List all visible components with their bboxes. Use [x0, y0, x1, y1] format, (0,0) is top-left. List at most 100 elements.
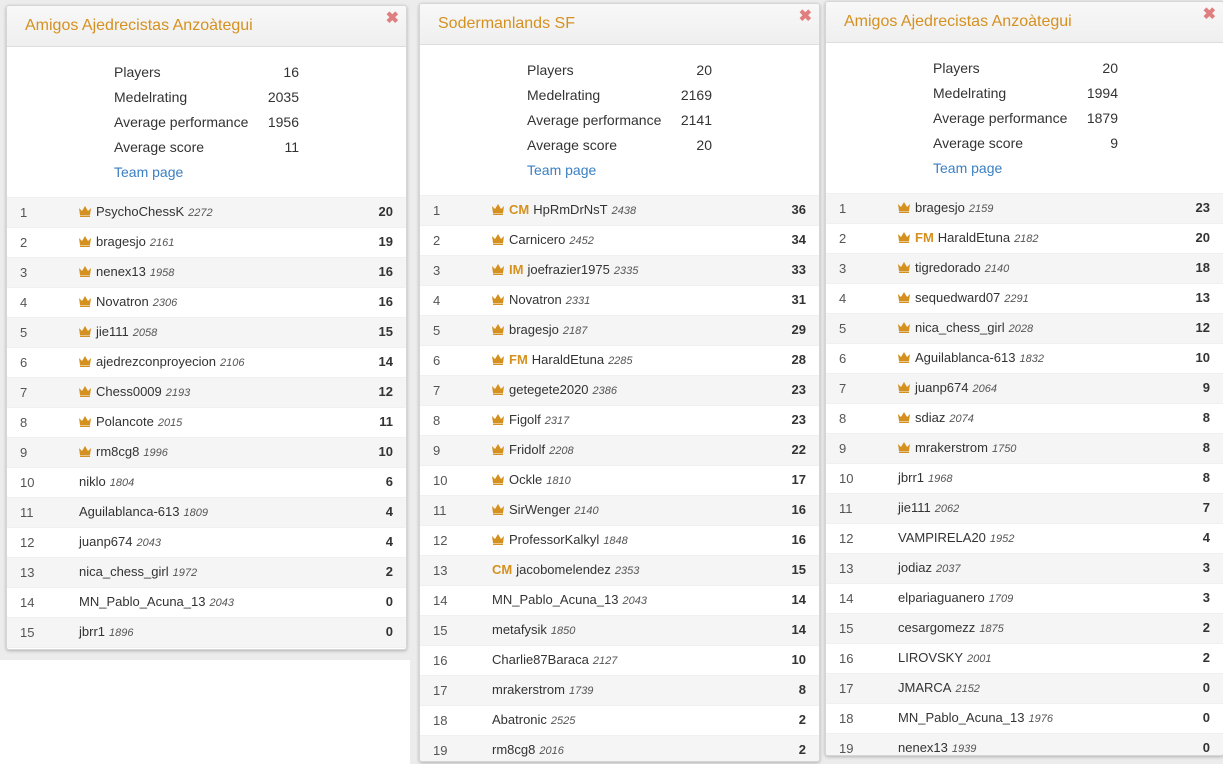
table-row[interactable]: 14 elpariaguanero 1709 3 — [826, 583, 1223, 613]
table-row[interactable]: 7 juanp674 2064 9 — [826, 373, 1223, 403]
player-name[interactable]: Novatron — [96, 294, 149, 309]
table-row[interactable]: 11 Aguilablanca-613 1809 4 — [7, 497, 406, 527]
player-name[interactable]: Aguilablanca-613 — [915, 350, 1015, 365]
table-row[interactable]: 3 tigredorado 2140 18 — [826, 253, 1223, 283]
table-row[interactable]: 12 juanp674 2043 4 — [7, 527, 406, 557]
table-row[interactable]: 2 bragesjo 2161 19 — [7, 227, 406, 257]
player-name[interactable]: juanp674 — [79, 534, 133, 549]
table-row[interactable]: 5 jie111 2058 15 — [7, 317, 406, 347]
table-row[interactable]: 11 jie111 2062 7 — [826, 493, 1223, 523]
player-name[interactable]: cesargomezz — [898, 620, 975, 635]
player-name[interactable]: joefrazier1975 — [527, 262, 609, 277]
table-row[interactable]: 12 ProfessorKalkyl 1848 16 — [420, 525, 819, 555]
player-name[interactable]: Fridolf — [509, 442, 545, 457]
player-name[interactable]: niklo — [79, 474, 106, 489]
player-name[interactable]: SirWenger — [509, 502, 570, 517]
table-row[interactable]: 5 nica_chess_girl 2028 12 — [826, 313, 1223, 343]
table-row[interactable]: 12 VAMPIRELA20 1952 4 — [826, 523, 1223, 553]
table-row[interactable]: 1 CM HpRmDrNsT 2438 36 — [420, 195, 819, 225]
table-row[interactable]: 10 jbrr1 1968 8 — [826, 463, 1223, 493]
player-name[interactable]: getegete2020 — [509, 382, 589, 397]
player-name[interactable]: metafysik — [492, 622, 547, 637]
table-row[interactable]: 2 FM HaraldEtuna 2182 20 — [826, 223, 1223, 253]
player-name[interactable]: Polancote — [96, 414, 154, 429]
player-name[interactable]: mrakerstrom — [492, 682, 565, 697]
player-name[interactable]: PsychoChessK — [96, 204, 184, 219]
player-name[interactable]: jie111 — [898, 500, 931, 515]
player-name[interactable]: jbrr1 — [898, 470, 924, 485]
table-row[interactable]: 3 nenex13 1958 16 — [7, 257, 406, 287]
table-row[interactable]: 15 cesargomezz 1875 2 — [826, 613, 1223, 643]
close-icon[interactable]: ✖ — [386, 11, 399, 27]
player-name[interactable]: jbrr1 — [79, 624, 105, 639]
table-row[interactable]: 4 Novatron 2306 16 — [7, 287, 406, 317]
player-name[interactable]: bragesjo — [915, 200, 965, 215]
player-name[interactable]: bragesjo — [96, 234, 146, 249]
player-name[interactable]: mrakerstrom — [915, 440, 988, 455]
player-name[interactable]: HaraldEtuna — [938, 230, 1010, 245]
table-row[interactable]: 7 Chess0009 2193 12 — [7, 377, 406, 407]
table-row[interactable]: 14 MN_Pablo_Acuna_13 2043 0 — [7, 587, 406, 617]
player-name[interactable]: elpariaguanero — [898, 590, 985, 605]
player-name[interactable]: rm8cg8 — [96, 444, 139, 459]
player-name[interactable]: sequedward07 — [915, 290, 1000, 305]
close-icon[interactable]: ✖ — [1203, 7, 1216, 23]
player-name[interactable]: Figolf — [509, 412, 541, 427]
player-name[interactable]: HpRmDrNsT — [533, 202, 607, 217]
player-name[interactable]: LIROVSKY — [898, 650, 963, 665]
table-row[interactable]: 17 JMARCA 2152 0 — [826, 673, 1223, 703]
table-row[interactable]: 9 mrakerstrom 1750 8 — [826, 433, 1223, 463]
team-page-link[interactable]: Team page — [527, 162, 596, 178]
player-name[interactable]: tigredorado — [915, 260, 981, 275]
table-row[interactable]: 10 niklo 1804 6 — [7, 467, 406, 497]
player-name[interactable]: Charlie87Baraca — [492, 652, 589, 667]
player-name[interactable]: Ockle — [509, 472, 542, 487]
table-row[interactable]: 17 mrakerstrom 1739 8 — [420, 675, 819, 705]
player-name[interactable]: bragesjo — [509, 322, 559, 337]
table-row[interactable]: 11 SirWenger 2140 16 — [420, 495, 819, 525]
player-name[interactable]: Aguilablanca-613 — [79, 504, 179, 519]
player-name[interactable]: nica_chess_girl — [79, 564, 169, 579]
table-row[interactable]: 4 Novatron 2331 31 — [420, 285, 819, 315]
table-row[interactable]: 18 Abatronic 2525 2 — [420, 705, 819, 735]
player-name[interactable]: MN_Pablo_Acuna_13 — [898, 710, 1024, 725]
table-row[interactable]: 18 MN_Pablo_Acuna_13 1976 0 — [826, 703, 1223, 733]
player-name[interactable]: Abatronic — [492, 712, 547, 727]
table-row[interactable]: 16 LIROVSKY 2001 2 — [826, 643, 1223, 673]
table-row[interactable]: 16Drakar78919320 — [7, 647, 406, 649]
player-name[interactable]: JMARCA — [898, 680, 951, 695]
table-row[interactable]: 3 IM joefrazier1975 2335 33 — [420, 255, 819, 285]
table-row[interactable]: 13 nica_chess_girl 1972 2 — [7, 557, 406, 587]
player-name[interactable]: Carnicero — [509, 232, 565, 247]
player-name[interactable]: rm8cg8 — [492, 742, 535, 757]
team-title[interactable]: Amigos Ajedrecistas Anzoàtegui — [844, 13, 1072, 31]
table-row[interactable]: 6 FM HaraldEtuna 2285 28 — [420, 345, 819, 375]
table-row[interactable]: 14 MN_Pablo_Acuna_13 2043 14 — [420, 585, 819, 615]
player-name[interactable]: HaraldEtuna — [532, 352, 604, 367]
player-name[interactable]: jodiaz — [898, 560, 932, 575]
table-row[interactable]: 6 Aguilablanca-613 1832 10 — [826, 343, 1223, 373]
table-row[interactable]: 19 rm8cg8 2016 2 — [420, 735, 819, 761]
player-name[interactable]: nenex13 — [898, 740, 948, 755]
player-name[interactable]: jie111 — [96, 324, 129, 339]
table-row[interactable]: 6 ajedrezconproyecion 2106 14 — [7, 347, 406, 377]
table-row[interactable]: 10 Ockle 1810 17 — [420, 465, 819, 495]
table-row[interactable]: 5 bragesjo 2187 29 — [420, 315, 819, 345]
player-name[interactable]: jacobomelendez — [516, 562, 611, 577]
team-title[interactable]: Sodermanlands SF — [438, 15, 575, 33]
table-row[interactable]: 2 Carnicero 2452 34 — [420, 225, 819, 255]
table-row[interactable]: 1 bragesjo 2159 23 — [826, 193, 1223, 223]
table-row[interactable]: 15 jbrr1 1896 0 — [7, 617, 406, 647]
table-row[interactable]: 1 PsychoChessK 2272 20 — [7, 197, 406, 227]
player-name[interactable]: Novatron — [509, 292, 562, 307]
table-row[interactable]: 16 Charlie87Baraca 2127 10 — [420, 645, 819, 675]
player-name[interactable]: juanp674 — [915, 380, 969, 395]
player-name[interactable]: MN_Pablo_Acuna_13 — [79, 594, 205, 609]
table-row[interactable]: 9 Fridolf 2208 22 — [420, 435, 819, 465]
table-row[interactable]: 13 jodiaz 2037 3 — [826, 553, 1223, 583]
player-name[interactable]: ajedrezconproyecion — [96, 354, 216, 369]
table-row[interactable]: 4 sequedward07 2291 13 — [826, 283, 1223, 313]
team-title[interactable]: Amigos Ajedrecistas Anzoàtegui — [25, 17, 253, 35]
player-name[interactable]: ProfessorKalkyl — [509, 532, 599, 547]
player-name[interactable]: VAMPIRELA20 — [898, 530, 986, 545]
